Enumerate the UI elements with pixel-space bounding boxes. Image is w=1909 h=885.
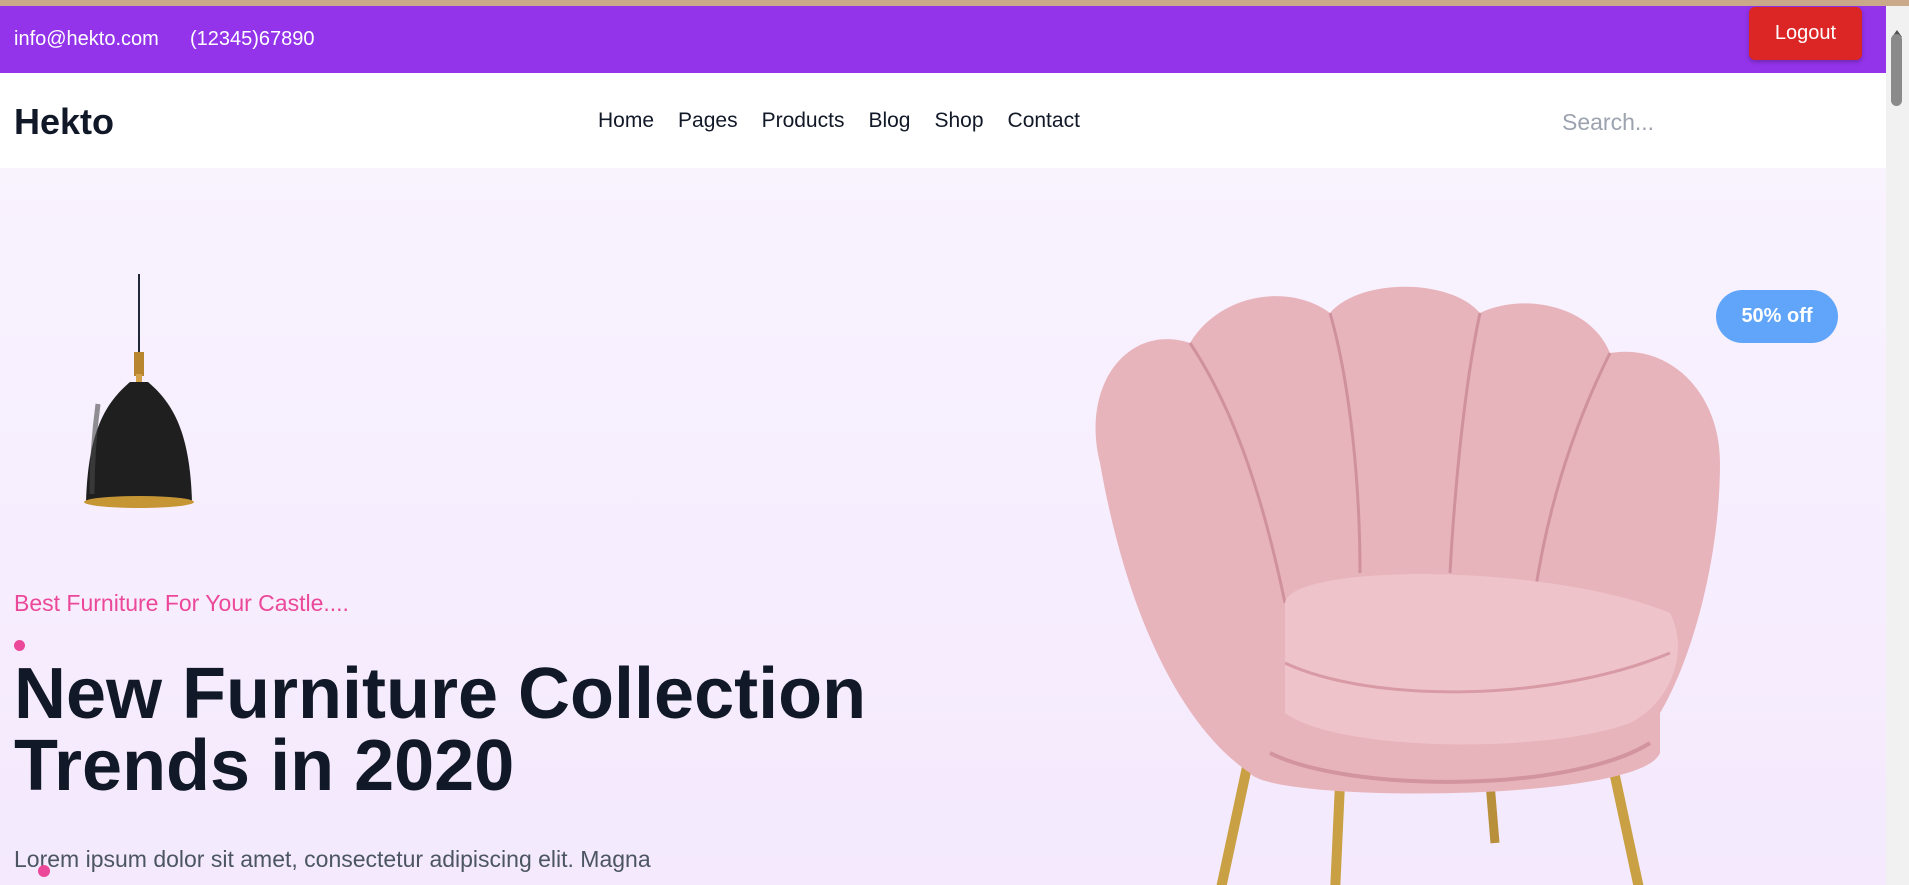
main-navbar: Hekto Home Pages Products Blog Shop Cont… bbox=[0, 73, 1886, 168]
pendant-lamp-image bbox=[84, 274, 194, 508]
decor-dot bbox=[14, 640, 25, 651]
nav-item-contact[interactable]: Contact bbox=[1008, 109, 1080, 133]
top-info-bar: info@hekto.com (12345)67890 Logout bbox=[0, 6, 1886, 73]
hero-tagline: Best Furniture For Your Castle.... bbox=[14, 590, 349, 616]
hero-headline: New Furniture Collection Trends in 2020 bbox=[14, 658, 914, 802]
logout-button[interactable]: Logout bbox=[1749, 7, 1862, 60]
contact-phone[interactable]: (12345)67890 bbox=[190, 28, 315, 51]
site-logo[interactable]: Hekto bbox=[14, 101, 114, 143]
hero-headline-line2: Trends in 2020 bbox=[14, 726, 515, 806]
nav-item-products[interactable]: Products bbox=[762, 109, 845, 133]
pink-armchair-image bbox=[1095, 286, 1720, 885]
nav-item-blog[interactable]: Blog bbox=[868, 109, 910, 133]
nav-item-shop[interactable]: Shop bbox=[934, 109, 983, 133]
scrollbar-thumb[interactable] bbox=[1891, 34, 1902, 106]
decor-dot bbox=[38, 865, 50, 877]
hero-headline-line1: New Furniture Collection bbox=[14, 654, 867, 734]
contact-email[interactable]: info@hekto.com bbox=[14, 28, 159, 51]
nav-item-pages[interactable]: Pages bbox=[678, 109, 738, 133]
main-nav: Home Pages Products Blog Shop Contact bbox=[598, 109, 1080, 133]
hero-section: Best Furniture For Your Castle.... New F… bbox=[0, 168, 1886, 885]
discount-badge: 50% off bbox=[1716, 290, 1838, 343]
search-input[interactable] bbox=[1560, 103, 1864, 141]
page-scrollbar[interactable] bbox=[1886, 6, 1909, 885]
hero-description: Lorem ipsum dolor sit amet, consectetur … bbox=[14, 846, 651, 872]
nav-item-home[interactable]: Home bbox=[598, 109, 654, 133]
